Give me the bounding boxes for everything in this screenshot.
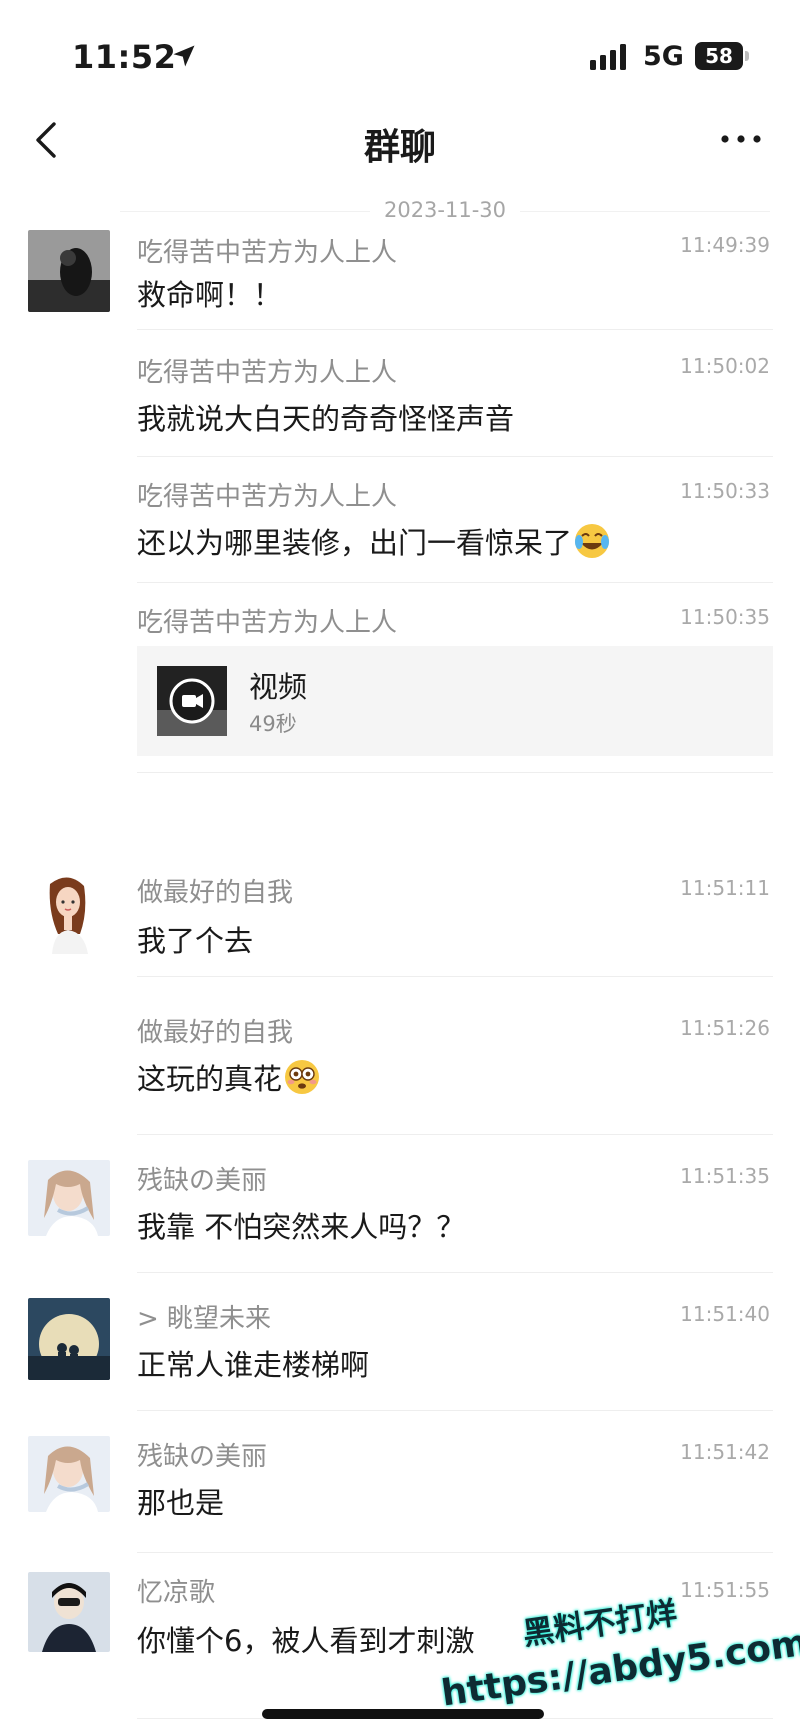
message-row[interactable]: 吃得苦中苦方为人上人 11:49:39 救命啊！！ — [0, 230, 800, 330]
sender-name: > 眺望未来 — [137, 1304, 272, 1334]
sender-name: 做最好的自我 — [137, 1018, 294, 1048]
message-time: 11:51:40 — [680, 1302, 770, 1326]
avatar[interactable] — [28, 872, 110, 954]
message-text[interactable]: 你懂个6，被人看到才刺激 — [137, 1618, 474, 1660]
message-divider — [137, 976, 773, 977]
message-text[interactable]: 那也是 — [137, 1480, 224, 1522]
message-text[interactable]: 我靠 不怕突然来人吗？？ — [137, 1204, 465, 1246]
message-text-content: 这玩的真花 — [137, 1062, 283, 1096]
message-row[interactable]: 做最好的自我 11:51:11 我了个去 — [0, 872, 800, 977]
message-row[interactable]: 忆凉歌 11:51:55 你懂个6，被人看到才刺激 — [0, 1572, 800, 1719]
message-text[interactable]: 还以为哪里装修，出门一看惊呆了 — [137, 520, 610, 562]
message-divider — [137, 329, 773, 330]
battery-indicator: 58 — [695, 42, 751, 70]
message-text[interactable]: 我了个去 — [137, 918, 253, 960]
signal-icon — [590, 44, 626, 70]
message-text[interactable]: 救命啊！！ — [137, 272, 282, 314]
battery-level: 58 — [695, 42, 743, 70]
video-thumbnail — [157, 666, 227, 736]
message-text[interactable]: 我就说大白天的奇奇怪怪声音 — [137, 396, 514, 438]
message-time: 11:50:35 — [680, 605, 770, 629]
message-text[interactable]: 正常人谁走楼梯啊 — [137, 1342, 369, 1384]
message-text[interactable]: 这玩的真花 — [137, 1056, 320, 1098]
flushed-emoji — [285, 1060, 320, 1094]
sender-name: 残缺の美丽 — [137, 1166, 268, 1196]
message-divider — [137, 1552, 773, 1553]
message-row[interactable]: 吃得苦中苦方为人上人 11:50:33 还以为哪里装修，出门一看惊呆了 — [0, 476, 800, 583]
message-time: 11:51:35 — [680, 1164, 770, 1188]
sender-name: 吃得苦中苦方为人上人 — [137, 608, 398, 638]
message-row[interactable]: 吃得苦中苦方为人上人 11:50:35 视频 49秒 — [0, 602, 800, 773]
sender-name: 吃得苦中苦方为人上人 — [137, 358, 398, 388]
avatar[interactable] — [28, 230, 110, 312]
network-label: 5G — [643, 41, 684, 72]
video-label: 视频 — [249, 670, 308, 704]
message-time: 11:50:02 — [680, 354, 770, 378]
message-time: 11:50:33 — [680, 479, 770, 503]
chat-title: 群聊 — [363, 127, 436, 168]
message-divider — [137, 456, 773, 457]
sender-name: 残缺の美丽 — [137, 1442, 268, 1472]
message-row[interactable]: 做最好的自我 11:51:26 这玩的真花 — [0, 1012, 800, 1135]
video-duration: 49秒 — [249, 712, 297, 736]
status-bar: 11:52 5G 58 — [0, 0, 800, 100]
location-arrow-icon — [173, 45, 195, 67]
message-row[interactable]: 残缺の美丽 11:51:42 那也是 — [0, 1436, 800, 1553]
message-time: 11:49:39 — [680, 233, 770, 257]
message-text-content: 还以为哪里装修，出门一看惊呆了 — [137, 526, 573, 560]
nav-bar: 群聊 — [0, 100, 800, 184]
more-dots-icon[interactable] — [718, 128, 764, 150]
message-divider — [137, 1134, 773, 1135]
video-message-card[interactable]: 视频 49秒 — [137, 646, 773, 756]
message-row[interactable]: 残缺の美丽 11:51:35 我靠 不怕突然来人吗？？ — [0, 1160, 800, 1273]
status-time: 11:52 — [72, 38, 177, 76]
sender-name: 吃得苦中苦方为人上人 — [137, 482, 398, 512]
message-row[interactable]: 吃得苦中苦方为人上人 11:50:02 我就说大白天的奇奇怪怪声音 — [0, 352, 800, 457]
battery-nub — [745, 51, 749, 61]
message-time: 11:51:11 — [680, 876, 770, 900]
message-time: 11:51:55 — [680, 1578, 770, 1602]
message-row[interactable]: > 眺望未来 11:51:40 正常人谁走楼梯啊 — [0, 1298, 800, 1411]
date-text: 2023-11-30 — [369, 198, 521, 222]
message-divider — [137, 772, 773, 773]
home-indicator[interactable] — [262, 1709, 544, 1719]
message-time: 11:51:42 — [680, 1440, 770, 1464]
message-time: 11:51:26 — [680, 1016, 770, 1040]
message-divider — [137, 582, 773, 583]
message-divider — [137, 1272, 773, 1273]
message-divider — [137, 1410, 773, 1411]
sender-name: 吃得苦中苦方为人上人 — [137, 238, 398, 268]
avatar[interactable] — [28, 1298, 110, 1380]
date-separator: 2023-11-30 — [120, 198, 770, 222]
avatar[interactable] — [28, 1436, 110, 1512]
laugh-cry-emoji — [575, 524, 610, 558]
sender-name: 做最好的自我 — [137, 878, 294, 908]
avatar[interactable] — [28, 1160, 110, 1236]
sender-name: 忆凉歌 — [137, 1578, 216, 1608]
avatar[interactable] — [28, 1572, 110, 1652]
